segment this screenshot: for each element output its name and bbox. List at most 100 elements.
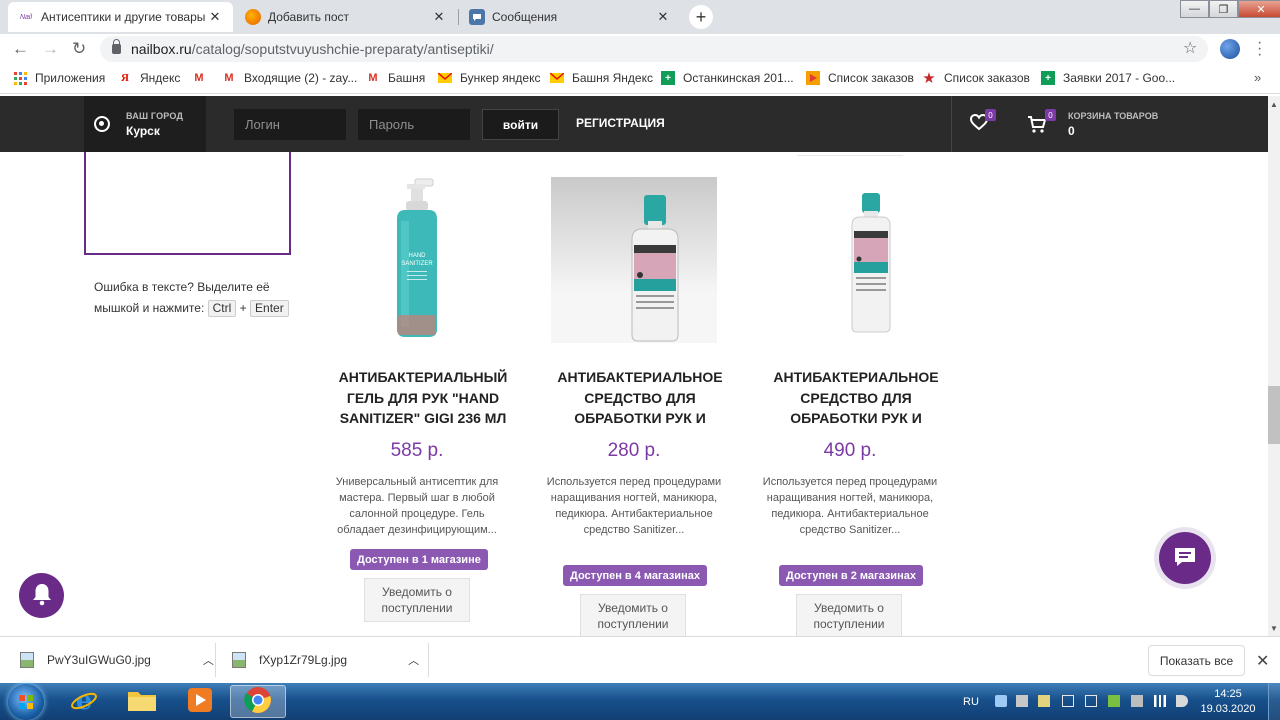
chat-icon [1172, 545, 1198, 572]
product-title[interactable]: АНТИБАКТЕРИАЛЬНОЕ СРЕДСТВО ДЛЯ ОБРАБОТКИ… [541, 367, 739, 429]
chevron-up-icon[interactable]: ︿ [203, 652, 214, 668]
window-close-icon[interactable]: ✕ [1238, 0, 1280, 18]
minimize-icon[interactable]: — [1180, 0, 1209, 18]
lock-icon [112, 39, 121, 54]
cart-icon[interactable] [1027, 114, 1047, 134]
browser-tab-strip: Nail Антисептики и другие товары д ✕ Доб… [0, 0, 1280, 34]
new-tab-button[interactable]: + [689, 5, 713, 29]
bookmarks-overflow-icon[interactable]: » [1254, 70, 1261, 85]
download-filename: fXyp1Zr79Lg.jpg [259, 653, 348, 667]
start-button[interactable] [8, 684, 44, 720]
back-icon[interactable]: ← [12, 39, 29, 59]
bookmark-requests[interactable]: + Заявки 2017 - Goo... [1041, 71, 1175, 85]
orders-icon [806, 71, 820, 85]
window-controls: — ❐ ✕ [1180, 0, 1280, 18]
browser-toolbar: ← → ↻ nailbox.ru/catalog/soputstvuyushch… [0, 34, 1280, 64]
close-icon[interactable]: ✕ [431, 9, 447, 25]
close-icon[interactable]: ✕ [1256, 651, 1269, 671]
bookmark-label: Башня Яндекс [572, 71, 653, 85]
sheets-icon: + [661, 71, 675, 85]
page-scrollbar[interactable] [1268, 96, 1280, 636]
tray-app-icon[interactable] [1131, 695, 1143, 707]
taskbar-chrome[interactable] [230, 685, 286, 718]
password-input[interactable] [358, 109, 470, 140]
taskbar-media-player[interactable] [172, 685, 228, 718]
tab-title: Добавить пост [268, 10, 350, 24]
menu-icon[interactable]: · · · [1257, 35, 1262, 63]
availability-badge[interactable]: Доступен в 2 магазинах [779, 565, 923, 586]
network-grid-icon[interactable] [1062, 695, 1074, 707]
profile-avatar[interactable] [1220, 39, 1240, 59]
volume-icon[interactable] [1176, 695, 1188, 707]
product-image[interactable] [767, 177, 933, 343]
show-all-downloads-button[interactable]: Показать все [1148, 645, 1245, 676]
signal-icon[interactable] [1154, 695, 1166, 707]
close-icon[interactable]: ✕ [655, 9, 671, 25]
taskbar-ie[interactable]: e [56, 685, 112, 718]
product-image[interactable]: HAND SANITIZER [334, 177, 500, 343]
product-card[interactable]: АНТИБАКТЕРИАЛЬНОЕ СРЕДСТВО ДЛЯ ОБРАБОТКИ… [763, 177, 945, 638]
bookmark-bashnya[interactable]: M Башня [366, 71, 425, 85]
tab-messages[interactable]: Сообщения ✕ [459, 2, 681, 32]
bookmark-label: Список заказов [828, 71, 914, 85]
bookmark-yandex[interactable]: Я Яндекс [118, 71, 180, 85]
speaker-muted-icon[interactable] [1016, 695, 1028, 707]
show-desktop-button[interactable] [1268, 683, 1280, 720]
star-icon[interactable]: ☆ [1183, 38, 1197, 58]
product-title[interactable]: АНТИБАКТЕРИАЛЬНОЕ СРЕДСТВО ДЛЯ ОБРАБОТКИ… [757, 367, 955, 429]
typo-report-note: Ошибка в тексте? Выделите её мышкой и на… [94, 277, 304, 319]
restore-icon[interactable]: ❐ [1209, 0, 1238, 18]
tab-antiseptics[interactable]: Nail Антисептики и другие товары д ✕ [8, 2, 233, 32]
download-item[interactable]: PwY3uIGWuG0.jpg ︿ [20, 637, 214, 683]
login-button[interactable]: войти [482, 109, 559, 140]
notify-button[interactable]: Уведомить о поступлении [580, 594, 686, 638]
bookmark-gmail[interactable]: M [192, 71, 214, 85]
notify-button[interactable]: Уведомить о поступлении [364, 578, 470, 622]
availability-badge[interactable]: Доступен в 4 магазинах [563, 565, 707, 586]
bookmark-orders[interactable]: Список заказов [806, 71, 914, 85]
bookmark-orders-2[interactable]: ★ Список заказов [922, 70, 1030, 87]
notification-bell-button[interactable] [19, 573, 64, 618]
chat-widget-button[interactable] [1154, 527, 1216, 589]
scroll-down-icon[interactable]: ▼ [1270, 624, 1278, 633]
scroll-up-icon[interactable]: ▲ [1270, 100, 1278, 109]
close-icon[interactable]: ✕ [207, 9, 223, 25]
bookmark-bashnya-yandex[interactable]: Башня Яндекс [550, 71, 653, 85]
reload-icon[interactable]: ↻ [72, 39, 86, 59]
download-divider [428, 643, 429, 677]
bookmark-bunker[interactable]: Бункер яндекс [438, 71, 541, 85]
firefox-favicon-icon [245, 9, 261, 25]
clock-date: 19.03.2020 [1200, 703, 1256, 715]
tray-app-icon[interactable] [1038, 695, 1050, 707]
bookmark-inbox[interactable]: M Входящие (2) - zay... [222, 71, 357, 85]
product-card[interactable]: HAND SANITIZER АНТИБАКТЕРИАЛЬНЫЙ ГЕЛЬ ДЛ… [334, 177, 512, 627]
bookmark-apps[interactable]: Приложения [13, 71, 105, 85]
product-card[interactable]: АНТИБАКТЕРИАЛЬНОЕ СРЕДСТВО ДЛЯ ОБРАБОТКИ… [547, 177, 729, 638]
sidebar-banner-frame [84, 152, 291, 255]
login-input[interactable] [234, 109, 346, 140]
chrome-icon [244, 686, 272, 717]
clock[interactable]: 14:25 19.03.2020 [1198, 687, 1258, 717]
address-bar[interactable]: nailbox.ru/catalog/soputstvuyushchie-pre… [100, 36, 1208, 62]
tray-grid-icon[interactable] [1085, 695, 1097, 707]
language-indicator[interactable]: RU [963, 683, 979, 720]
nvidia-icon[interactable] [1108, 695, 1120, 707]
tab-add-post[interactable]: Добавить пост ✕ [235, 2, 457, 32]
bookmark-ostankino[interactable]: + Останкинская 201... [661, 71, 794, 85]
bookmark-label: Башня [388, 71, 426, 85]
chevron-up-icon[interactable]: ︿ [408, 652, 419, 668]
forward-icon[interactable]: → [42, 39, 59, 59]
product-image[interactable] [551, 177, 717, 343]
notify-button[interactable]: Уведомить о поступлении [796, 594, 902, 638]
taskbar-explorer[interactable] [114, 685, 170, 718]
bookmark-label: Приложения [35, 71, 106, 85]
scrollbar-thumb[interactable] [1268, 386, 1280, 444]
bluetooth-icon[interactable] [995, 695, 1007, 707]
bookmark-label: Входящие (2) - zay... [244, 71, 358, 85]
product-title[interactable]: АНТИБАКТЕРИАЛЬНЫЙ ГЕЛЬ ДЛЯ РУК "HAND SAN… [324, 367, 522, 429]
register-link[interactable]: РЕГИСТРАЦИЯ [576, 116, 665, 130]
availability-badge[interactable]: Доступен в 1 магазине [350, 549, 488, 570]
city-selector[interactable]: ВАШ ГОРОД Курск [84, 96, 206, 152]
clock-time: 14:25 [1214, 688, 1242, 700]
download-item[interactable]: fXyp1Zr79Lg.jpg ︿ [232, 637, 419, 683]
